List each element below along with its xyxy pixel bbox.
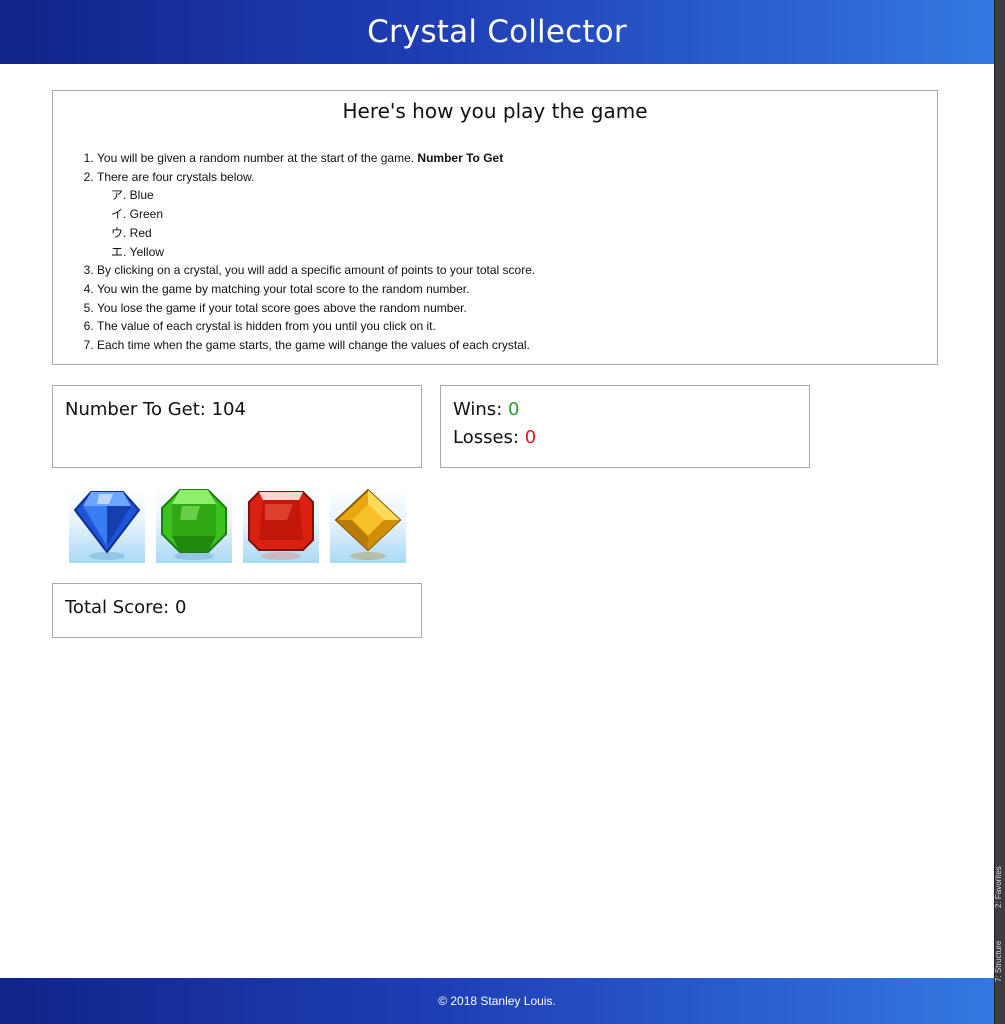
instructions-panel: Here's how you play the game You will be…	[52, 90, 938, 365]
copyright-text: © 2018 Stanley Louis.	[438, 994, 556, 1008]
instruction-step: Each time when the game starts, the game…	[97, 336, 535, 355]
green-gem-icon	[161, 489, 227, 560]
favorites-tab[interactable]: 2: Favorites	[994, 866, 1003, 908]
crystal-list-item-blue: ア. Blue	[111, 188, 154, 203]
instruction-step: You lose the game if your total score go…	[97, 299, 535, 318]
page-title: Crystal Collector	[367, 14, 627, 50]
wins-count: 0	[507, 399, 520, 420]
crystal-list-item-red: ウ. Red	[111, 225, 152, 240]
structure-tab[interactable]: 7: Structure	[994, 941, 1003, 982]
red-crystal-button[interactable]	[243, 486, 319, 563]
site-header: Crystal Collector	[0, 0, 994, 64]
crystal-list-item-green: イ. Green	[111, 207, 164, 222]
yellow-crystal-button[interactable]	[330, 486, 406, 563]
red-gem-icon	[248, 491, 314, 560]
crystal-row	[69, 486, 406, 563]
blue-diamond-icon	[73, 491, 141, 560]
ide-side-panel: 2: Favorites 7: Structure	[994, 0, 1005, 1024]
crystal-list: ア. Blue イ. Green ウ. Red エ. Yellow	[97, 186, 535, 261]
number-to-get-box: Number To Get: 104	[52, 385, 422, 468]
crystal-list-item-yellow: エ. Yellow	[111, 244, 164, 259]
total-score-value: 0	[174, 597, 187, 618]
instruction-step: You will be given a random number at the…	[97, 149, 535, 168]
instruction-step: There are four crystals below. ア. Blue イ…	[97, 168, 535, 262]
number-to-get-term: Number To Get	[417, 151, 504, 165]
total-score-box: Total Score: 0	[52, 583, 422, 638]
yellow-gem-icon	[334, 488, 402, 560]
instructions-list: You will be given a random number at the…	[97, 149, 535, 355]
green-crystal-button[interactable]	[156, 486, 232, 563]
target-number: 104	[211, 399, 246, 420]
instruction-step: You win the game by matching your total …	[97, 280, 535, 299]
instructions-title: Here's how you play the game	[342, 99, 648, 123]
wins-line: Wins: 0	[453, 399, 520, 420]
record-box: Wins: 0 Losses: 0	[440, 385, 810, 468]
losses-line: Losses: 0	[453, 427, 537, 448]
number-to-get: Number To Get: 104	[65, 399, 246, 420]
losses-count: 0	[524, 427, 537, 448]
total-score: Total Score: 0	[65, 597, 187, 618]
site-footer: © 2018 Stanley Louis.	[0, 978, 994, 1024]
instruction-step: By clicking on a crystal, you will add a…	[97, 261, 535, 280]
blue-crystal-button[interactable]	[69, 486, 145, 563]
instruction-step: The value of each crystal is hidden from…	[97, 317, 535, 336]
